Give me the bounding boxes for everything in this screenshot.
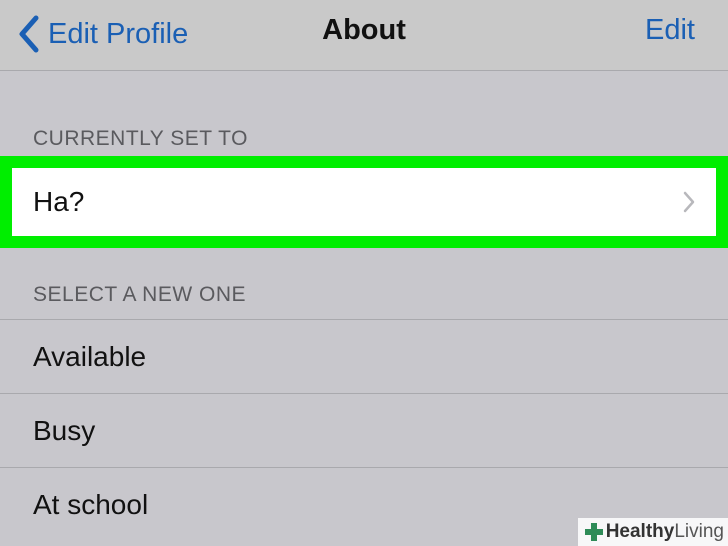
status-option-label: At school [33, 488, 149, 520]
edit-button[interactable]: Edit [645, 14, 695, 47]
watermark-text-secondary: Living [674, 521, 724, 542]
page-title: About [322, 14, 406, 46]
current-section-header: CURRENTLY SET TO [33, 127, 248, 150]
current-status-value: Ha? [33, 186, 85, 217]
status-option-label: Busy [33, 414, 96, 446]
status-option-busy[interactable]: Busy [0, 394, 728, 468]
about-screen: Edit Profile About Edit CURRENTLY SET TO… [0, 0, 728, 546]
healthy-living-watermark: Healthy Living [577, 518, 728, 546]
status-option-available[interactable]: Available [0, 320, 728, 394]
current-status-highlight: Ha? [0, 156, 728, 248]
plus-cross-icon [584, 523, 603, 541]
status-option-label: Available [33, 340, 147, 372]
watermark-text-primary: Healthy [605, 521, 675, 542]
new-status-section-header: SELECT A NEW ONE [33, 283, 247, 306]
current-status-cell[interactable]: Ha? [12, 168, 716, 236]
chevron-right-icon [683, 191, 695, 213]
navigation-bar: Edit Profile About Edit [0, 0, 728, 71]
status-options-list: Available Busy At school [0, 319, 728, 541]
